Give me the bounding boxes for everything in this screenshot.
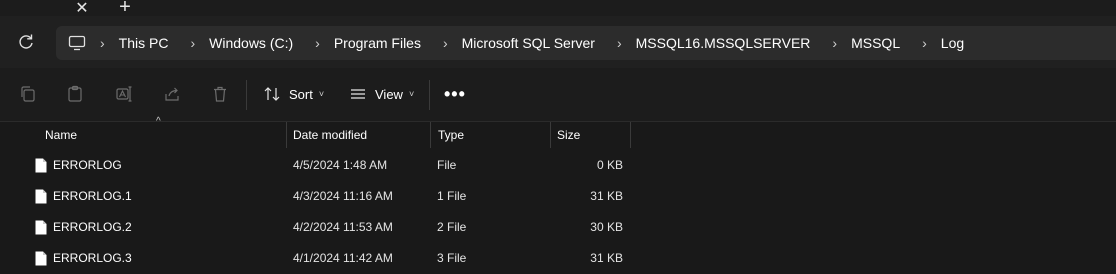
- breadcrumb-item-program-files[interactable]: Program Files: [334, 35, 421, 51]
- column-header-type[interactable]: Type: [430, 122, 551, 148]
- paste-icon[interactable]: [66, 85, 84, 103]
- file-date-modified: 4/5/2024 1:48 AM: [293, 158, 388, 172]
- chevron-down-icon: ˅: [318, 89, 325, 99]
- breadcrumb-chevron-icon[interactable]: ›: [922, 35, 927, 51]
- breadcrumb-chevron-icon[interactable]: ›: [617, 35, 622, 51]
- refresh-icon[interactable]: [16, 32, 36, 52]
- file-row[interactable]: ERRORLOG.1 4/3/2024 11:16 AM 1 File 31 K…: [0, 181, 1116, 212]
- file-row[interactable]: ERRORLOG.3 4/1/2024 11:42 AM 3 File 31 K…: [0, 243, 1116, 274]
- sort-label: Sort: [289, 86, 313, 102]
- file-size: 31 KB: [590, 189, 623, 203]
- sort-button[interactable]: Sort ˅: [263, 82, 324, 106]
- tab-strip: ✕ +: [0, 0, 1116, 18]
- file-date-modified: 4/1/2024 11:42 AM: [293, 251, 393, 265]
- breadcrumb-chevron-icon[interactable]: ›: [315, 35, 320, 51]
- file-type: File: [437, 158, 457, 172]
- file-type: 2 File: [437, 220, 467, 234]
- breadcrumb[interactable]: › This PC › Windows (C:) › Program Files…: [56, 26, 1116, 60]
- file-name: ERRORLOG.1: [53, 189, 132, 203]
- address-bar: › This PC › Windows (C:) › Program Files…: [0, 16, 1116, 68]
- breadcrumb-chevron-icon[interactable]: ›: [832, 35, 837, 51]
- file-icon: [35, 251, 47, 266]
- rename-icon[interactable]: [115, 85, 133, 103]
- file-row[interactable]: ERRORLOG.2 4/2/2024 11:53 AM 2 File 30 K…: [0, 212, 1116, 243]
- breadcrumb-item-log[interactable]: Log: [941, 35, 964, 51]
- file-icon: [35, 189, 47, 204]
- file-type: 1 File: [437, 189, 467, 203]
- column-header-name[interactable]: Name: [37, 122, 287, 148]
- share-icon[interactable]: [163, 85, 181, 103]
- file-date-modified: 4/3/2024 11:16 AM: [293, 189, 393, 203]
- command-bar: Sort ˅ View ˅ •••: [0, 68, 1116, 122]
- file-icon: [35, 220, 47, 235]
- file-row[interactable]: ERRORLOG 4/5/2024 1:48 AM File 0 KB: [0, 150, 1116, 181]
- breadcrumb-item-mssql16[interactable]: MSSQL16.MSSQLSERVER: [636, 35, 811, 51]
- file-list: ^ Name Date modified Type Size ERRORLOG …: [0, 116, 1116, 274]
- column-header-row: ^ Name Date modified Type Size: [0, 116, 1116, 148]
- view-button[interactable]: View ˅: [349, 82, 414, 106]
- toolbar-divider: [429, 80, 430, 110]
- more-options-icon[interactable]: •••: [444, 84, 466, 105]
- breadcrumb-item-mssql[interactable]: MSSQL: [851, 35, 900, 51]
- file-size: 30 KB: [590, 220, 623, 234]
- breadcrumb-chevron-icon[interactable]: ›: [190, 35, 195, 51]
- breadcrumb-item-microsoft-sql-server[interactable]: Microsoft SQL Server: [462, 35, 595, 51]
- copy-icon[interactable]: [19, 85, 37, 103]
- file-icon: [35, 158, 47, 173]
- toolbar-divider: [246, 80, 247, 110]
- breadcrumb-item-this-pc[interactable]: This PC: [119, 35, 169, 51]
- file-name: ERRORLOG.3: [53, 251, 132, 265]
- column-header-date-modified[interactable]: Date modified: [285, 122, 431, 148]
- this-pc-icon[interactable]: [68, 34, 86, 52]
- file-date-modified: 4/2/2024 11:53 AM: [293, 220, 393, 234]
- file-name: ERRORLOG.2: [53, 220, 132, 234]
- sort-icon: [264, 87, 280, 101]
- chevron-down-icon: ˅: [408, 89, 415, 99]
- file-name: ERRORLOG: [53, 158, 122, 172]
- delete-icon[interactable]: [211, 85, 229, 103]
- file-type: 3 File: [437, 251, 467, 265]
- breadcrumb-item-windows-c[interactable]: Windows (C:): [209, 35, 293, 51]
- view-icon: [351, 89, 365, 99]
- breadcrumb-chevron-icon[interactable]: ›: [443, 35, 448, 51]
- file-size: 0 KB: [596, 158, 623, 172]
- file-size: 31 KB: [590, 251, 623, 265]
- column-header-size[interactable]: Size: [549, 122, 631, 148]
- breadcrumb-chevron-icon[interactable]: ›: [100, 35, 105, 51]
- view-label: View: [375, 86, 403, 102]
